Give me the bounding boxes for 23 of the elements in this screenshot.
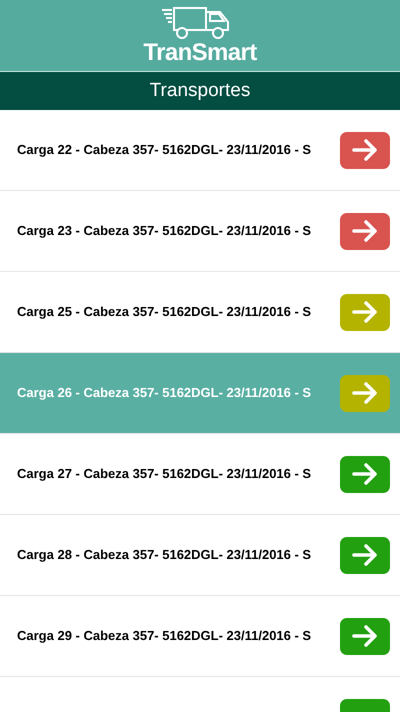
go-button[interactable] <box>340 132 390 168</box>
row-label: Carga 22 - Cabeza 357- 5162DGL- 23/11/2016 - S <box>17 141 312 160</box>
row-label: Carga 28 - Cabeza 357- 5162DGL- 23/11/2016 - S <box>17 546 312 564</box>
go-button[interactable] <box>340 618 390 654</box>
row-label: Carga 26 - Cabeza 357- 5162DGL- 23/11/2016 - S <box>17 384 312 402</box>
arrow-right-icon <box>352 382 378 404</box>
arrow-right-icon <box>352 301 378 323</box>
arrow-right-icon <box>352 625 378 647</box>
row-label: Carga 29 - Cabeza 357- 5162DGL- 23/11/2016 - S <box>17 627 312 646</box>
row-label: Carga 25 - Cabeza 357- 5162DGL- 23/11/2016 - S <box>17 303 312 322</box>
logo-text: TranSmart <box>143 40 257 66</box>
row-label: Carga 23 - Cabeza 357- 5162DGL- 23/11/2016 - S <box>17 222 312 240</box>
arrow-right-icon <box>352 139 378 161</box>
arrow-right-icon <box>352 544 378 566</box>
page-title: Transportes <box>150 78 250 103</box>
go-button[interactable] <box>340 212 390 250</box>
arrow-right-icon <box>352 463 378 485</box>
row-label: Carga 27 - Cabeza 357- 5162DGL- 23/11/2016 - S <box>17 465 312 484</box>
go-button[interactable] <box>340 374 390 412</box>
go-button[interactable] <box>340 456 390 492</box>
go-button[interactable] <box>340 294 390 330</box>
go-button[interactable] <box>340 536 390 574</box>
arrow-right-icon <box>352 220 378 242</box>
